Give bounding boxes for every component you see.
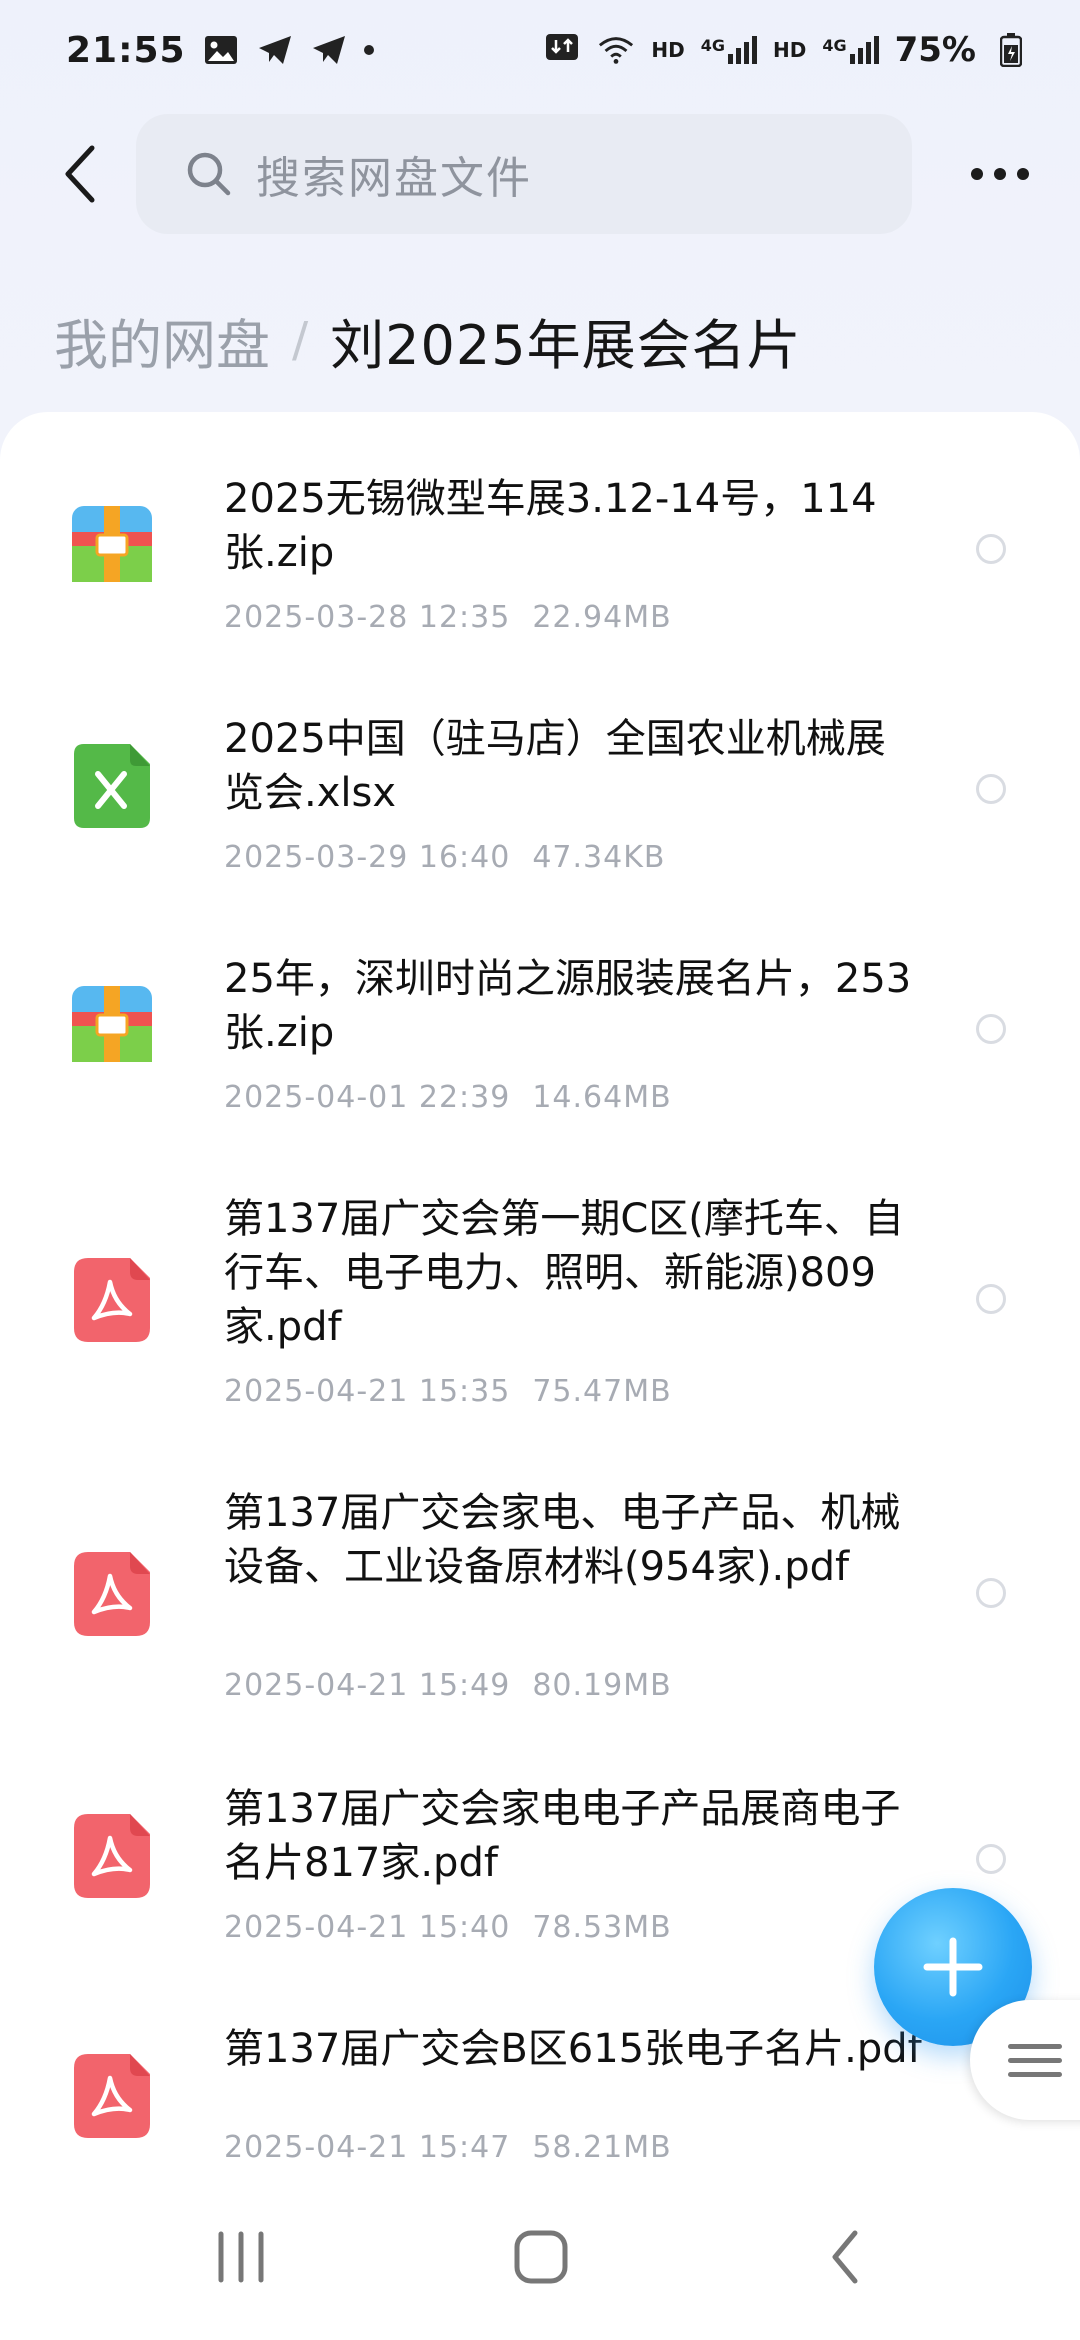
file-name: 第137届广交会家电电子产品展商电子名片817家.pdf [224, 1786, 901, 1886]
file-date: 2025-03-29 16:40 [224, 840, 511, 875]
file-date: 2025-04-21 15:40 [224, 1910, 511, 1945]
excel-icon [74, 744, 150, 828]
archive-icon [72, 506, 152, 582]
file-item[interactable]: 2025无锡微型车展3.12-14号，114张.zip 2025-03-28 1… [0, 452, 1080, 652]
more-options-button[interactable] [952, 142, 1048, 206]
more-dot-icon [971, 168, 983, 180]
pdf-icon [74, 1552, 150, 1636]
file-name: 2025无锡微型车展3.12-14号，114张.zip [224, 476, 877, 576]
file-meta: 2025-04-21 15:49 80.19MB [224, 1668, 672, 1703]
back-nav-button[interactable] [800, 2212, 890, 2302]
file-size: 22.94MB [532, 600, 672, 635]
menu-line-icon [1008, 2057, 1062, 2063]
select-radio[interactable] [976, 1014, 1006, 1044]
plus-icon [923, 1937, 983, 1997]
recent-apps-button[interactable] [196, 2212, 286, 2302]
file-item[interactable]: 第137届广交会第一期C区(摩托车、自行车、电子电力、照明、新能源)809家.p… [0, 1172, 1080, 1432]
select-radio[interactable] [976, 1284, 1006, 1314]
wifi-icon [597, 31, 635, 69]
home-icon [514, 2230, 568, 2284]
file-item[interactable]: 2025中国（驻马店）全国农业机械展览会.xlsx 2025-03-29 16:… [0, 692, 1080, 892]
menu-line-icon [1008, 2071, 1062, 2077]
status-left: 21:55 [66, 30, 374, 71]
file-date: 2025-04-21 15:49 [224, 1668, 511, 1703]
gallery-icon [202, 31, 240, 69]
network-type-label: 4G [700, 36, 725, 55]
signal-icon: 4G [701, 36, 757, 64]
select-radio[interactable] [976, 774, 1006, 804]
signal-icon-2: 4G [822, 36, 879, 64]
file-date: 2025-04-01 22:39 [224, 1080, 511, 1115]
side-menu-handle[interactable] [970, 2000, 1080, 2120]
file-name: 第137届广交会第一期C区(摩托车、自行车、电子电力、照明、新能源)809家.p… [224, 1196, 904, 1350]
battery-percentage: 75% [894, 30, 976, 70]
back-nav-icon [832, 2230, 858, 2284]
file-meta: 2025-04-21 15:35 75.47MB [224, 1374, 672, 1409]
file-item[interactable]: 第137届广交会家电、电子产品、机械设备、工业设备原材料(954家).pdf 2… [0, 1466, 1080, 1726]
select-radio[interactable] [976, 1578, 1006, 1608]
search-placeholder: 搜索网盘文件 [256, 153, 532, 204]
battery-icon [992, 31, 1030, 69]
telegram-icon-2 [310, 31, 348, 69]
file-meta: 2025-03-28 12:35 22.94MB [224, 600, 672, 635]
recent-apps-icon [218, 2231, 264, 2283]
file-size: 80.19MB [532, 1668, 672, 1703]
clock: 21:55 [66, 29, 186, 71]
status-right: HD 4G HD 4G 75% [543, 30, 1030, 70]
back-button[interactable] [40, 134, 120, 214]
hd-label: HD [651, 38, 685, 62]
select-radio[interactable] [976, 1844, 1006, 1874]
search-input[interactable]: 搜索网盘文件 [136, 114, 912, 234]
breadcrumb-root[interactable]: 我的网盘 [54, 301, 270, 380]
file-date: 2025-04-21 15:47 [224, 2130, 511, 2165]
breadcrumb-current: 刘2025年展会名片 [330, 313, 802, 377]
file-name: 25年，深圳时尚之源服装展名片，253张.zip [224, 956, 912, 1056]
archive-icon [72, 986, 152, 1062]
network-type-label-2: 4G [822, 36, 847, 55]
file-meta: 2025-04-21 15:47 58.21MB [224, 2130, 672, 2165]
search-icon [187, 152, 231, 196]
back-arrow-icon [65, 145, 95, 203]
file-size: 58.21MB [532, 2130, 672, 2165]
file-size: 14.64MB [532, 1080, 672, 1115]
file-item[interactable]: 25年，深圳时尚之源服装展名片，253张.zip 2025-04-01 22:3… [0, 932, 1080, 1132]
status-bar: 21:55 HD 4G HD 4G 75% [0, 0, 1080, 100]
file-meta: 2025-04-01 22:39 14.64MB [224, 1080, 672, 1115]
file-name: 2025中国（驻马店）全国农业机械展览会.xlsx [224, 716, 886, 816]
more-dot-icon [1017, 168, 1029, 180]
more-dot-icon [994, 168, 1006, 180]
breadcrumb: 我的网盘 / 刘2025年展会名片 [54, 300, 802, 380]
file-size: 75.47MB [532, 1374, 672, 1409]
file-size: 47.34KB [532, 840, 666, 875]
pdf-icon [74, 2054, 150, 2138]
menu-line-icon [1008, 2043, 1062, 2049]
home-button[interactable] [496, 2212, 586, 2302]
file-meta: 2025-04-21 15:40 78.53MB [224, 1910, 672, 1945]
top-bar: 搜索网盘文件 [0, 112, 1080, 236]
file-size: 78.53MB [532, 1910, 672, 1945]
telegram-icon [256, 31, 294, 69]
hd-label-2: HD [773, 38, 807, 62]
file-name: 第137届广交会B区615张电子名片.pdf [224, 2026, 922, 2072]
file-date: 2025-03-28 12:35 [224, 600, 511, 635]
file-date: 2025-04-21 15:35 [224, 1374, 511, 1409]
breadcrumb-separator: / [292, 312, 309, 368]
system-nav-bar [0, 2172, 1080, 2340]
select-radio[interactable] [976, 534, 1006, 564]
notification-dot-icon [363, 45, 374, 55]
file-meta: 2025-03-29 16:40 47.34KB [224, 840, 665, 875]
pdf-icon [74, 1258, 150, 1342]
download-icon [543, 31, 581, 69]
file-name: 第137届广交会家电、电子产品、机械设备、工业设备原材料(954家).pdf [224, 1490, 901, 1590]
pdf-icon [74, 1814, 150, 1898]
